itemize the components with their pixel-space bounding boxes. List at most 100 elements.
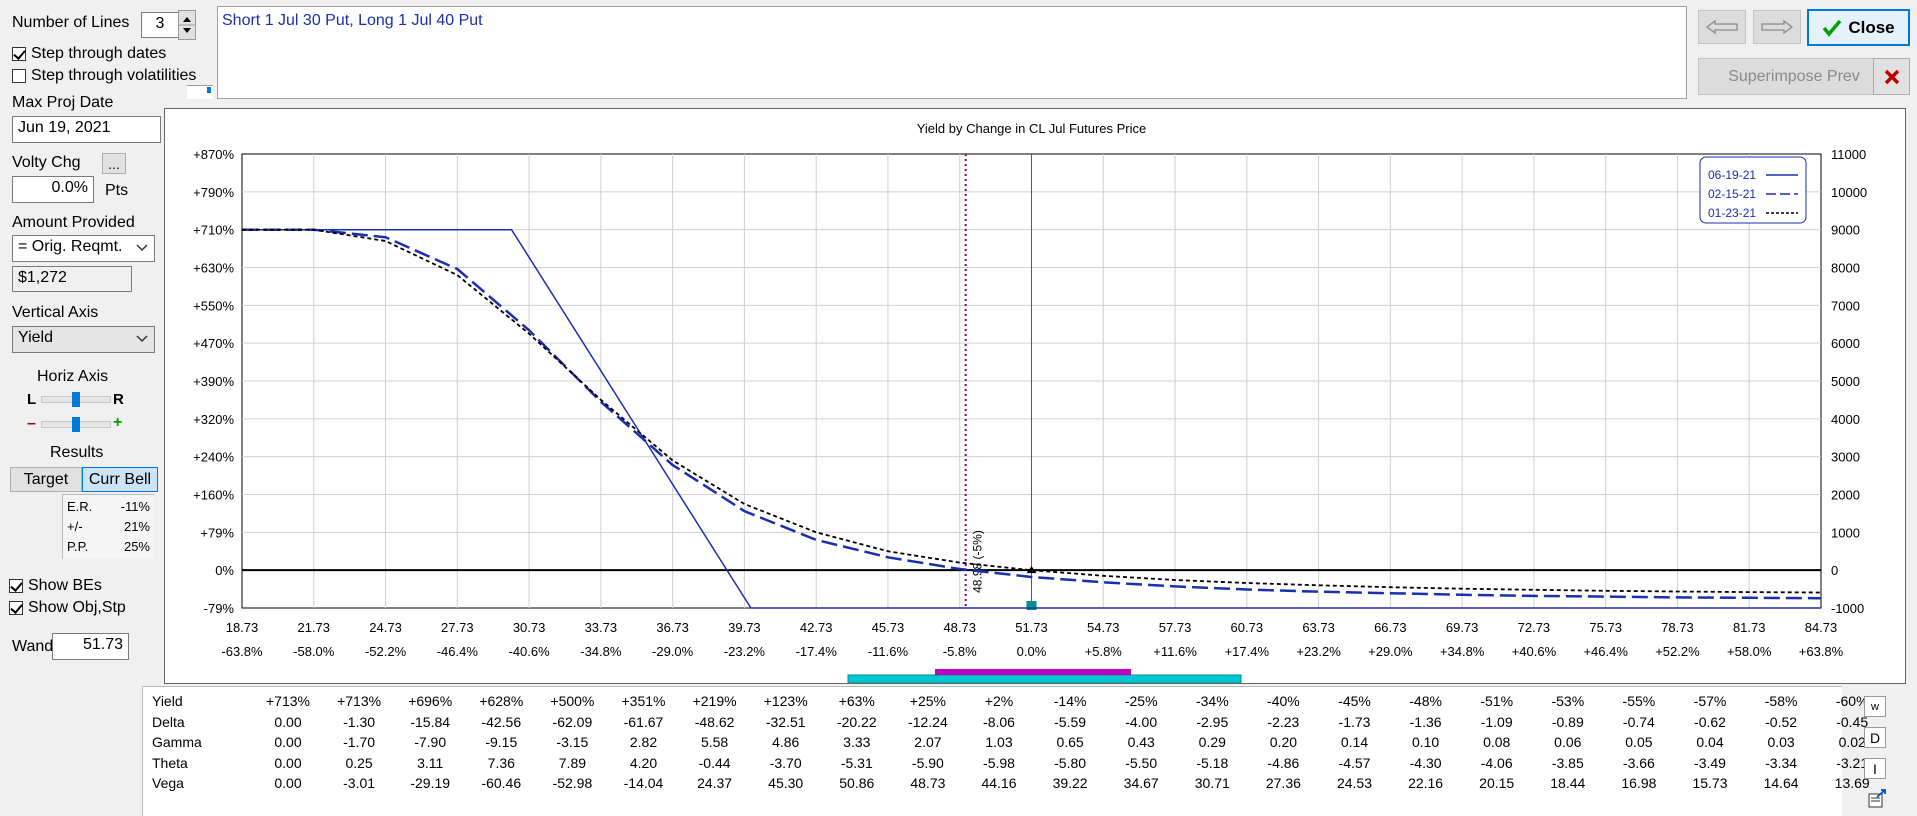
max-proj-date-input[interactable]: Jun 19, 2021 — [12, 116, 161, 143]
x-pct-label: -17.4% — [796, 644, 838, 659]
greeks-cell: -5.59 — [1054, 713, 1087, 730]
prev-arrow-button[interactable] — [1698, 10, 1746, 44]
x-tick-label: 18.73 — [226, 620, 259, 635]
vertical-axis-value: Yield — [18, 329, 53, 346]
greeks-cell: -20.22 — [836, 713, 877, 730]
x-tick-label: 72.73 — [1518, 620, 1551, 635]
greeks-cell: -12.24 — [908, 713, 948, 730]
superimpose-prev-button[interactable]: Superimpose Prev — [1698, 58, 1890, 95]
x-pct-label: -58.0% — [293, 644, 335, 659]
chart-title: Yield by Change in CL Jul Futures Price — [917, 121, 1147, 136]
side-button-w[interactable]: w — [1864, 696, 1886, 717]
next-arrow-button[interactable] — [1753, 10, 1801, 44]
x-tick-label: 57.73 — [1159, 620, 1192, 635]
volty-chg-input[interactable]: 0.0% — [12, 176, 94, 203]
greeks-cell: 0.65 — [1056, 734, 1084, 750]
greeks-cell: -3.70 — [769, 754, 802, 771]
greeks-cell: -1.30 — [343, 713, 376, 730]
y-left-tick-label: +470% — [193, 336, 234, 351]
greeks-cell: -4.57 — [1338, 754, 1371, 771]
bell-center-bar — [935, 669, 1131, 675]
greeks-cell: -32.51 — [765, 713, 806, 730]
result-value: -11% — [120, 499, 150, 514]
x-tick-label: 69.73 — [1446, 620, 1479, 635]
x-tick-label: 33.73 — [585, 620, 618, 635]
step-vols-check — [12, 69, 26, 83]
greeks-cell: -60.46 — [481, 775, 522, 791]
greeks-cell: 22.16 — [1408, 775, 1444, 791]
greeks-cell: -5.80 — [1054, 754, 1087, 771]
amount-provided-select[interactable]: = Orig. Reqmt. — [12, 235, 155, 262]
horiz-axis-label: Horiz Axis — [37, 368, 109, 385]
step-vols-checkbox[interactable]: Step through volatilities — [12, 67, 196, 85]
greeks-cell: 20.15 — [1479, 775, 1515, 791]
greeks-cell: -2.23 — [1267, 713, 1300, 730]
y-left-tick-label: +870% — [193, 147, 234, 162]
horiz-right-label: R — [113, 391, 124, 408]
greeks-cell: -3.01 — [343, 775, 376, 791]
horiz-zoom-thumb[interactable] — [72, 417, 80, 432]
show-obj-checkbox[interactable]: Show Obj,Stp — [9, 599, 126, 617]
legend-entry: 06-19-21 — [1708, 168, 1756, 182]
position-description[interactable]: Short 1 Jul 30 Put, Long 1 Jul 40 Put — [217, 6, 1687, 99]
horiz-pan-thumb[interactable] — [72, 392, 80, 407]
greeks-cell: 3.33 — [843, 734, 871, 750]
break-even-label: 48.98 (-5%) — [971, 530, 985, 593]
show-bes-checkbox[interactable]: Show BEs — [9, 577, 102, 595]
greeks-cell: -3.34 — [1765, 754, 1798, 771]
x-tick-label: 54.73 — [1087, 620, 1120, 635]
side-button-i[interactable]: I — [1864, 758, 1886, 779]
amount-provided-value: = Orig. Reqmt. — [18, 238, 123, 255]
greeks-cell: 34.67 — [1123, 775, 1159, 791]
greeks-cell: +123% — [763, 693, 808, 709]
wand-input[interactable]: 51.73 — [52, 633, 129, 660]
volty-chg-button[interactable]: ... — [102, 153, 126, 174]
greeks-cell: 24.53 — [1336, 775, 1373, 791]
check-icon — [1822, 19, 1842, 37]
x-pct-label: +52.2% — [1655, 644, 1700, 659]
greeks-cell: -3.49 — [1694, 754, 1726, 771]
vertical-axis-select[interactable]: Yield — [12, 326, 155, 353]
curr-bell-button[interactable]: Curr Bell — [82, 467, 158, 492]
close-button[interactable]: Close — [1807, 9, 1910, 46]
greeks-cell: -55% — [1622, 693, 1656, 709]
greeks-cell: 27.36 — [1265, 775, 1301, 791]
y-left-tick-label: -79% — [204, 601, 235, 616]
num-lines-spinner[interactable] — [178, 10, 196, 40]
greeks-cell: 18.44 — [1550, 775, 1586, 791]
y-right-tick-label: 11000 — [1831, 147, 1866, 162]
greeks-cell: 0.00 — [274, 775, 302, 791]
amount-value-field: $1,272 — [12, 266, 132, 292]
chevron-down-icon — [136, 335, 148, 343]
x-pct-label: -5.8% — [943, 644, 977, 659]
bell-range-bar — [847, 674, 1242, 683]
delete-button[interactable] — [1873, 58, 1910, 95]
greeks-cell: 0.25 — [345, 754, 373, 771]
num-lines-input[interactable]: 3 — [141, 12, 179, 38]
result-value: 21% — [123, 519, 150, 534]
x-pct-label: -34.8% — [580, 644, 622, 659]
greeks-cell: -3.15 — [556, 734, 589, 750]
greeks-cell: 0.05 — [1625, 734, 1653, 750]
y-right-tick-label: 3000 — [1831, 450, 1860, 465]
greeks-cell: 30.71 — [1194, 775, 1230, 791]
x-tick-label: 48.73 — [943, 620, 976, 635]
y-right-tick-label: 8000 — [1831, 261, 1860, 276]
greeks-cell: 0.00 — [274, 734, 302, 750]
y-right-tick-label: 4000 — [1831, 412, 1860, 427]
greeks-cell: -0.89 — [1551, 713, 1584, 730]
greeks-cell: 0.00 — [274, 713, 302, 730]
spinner-arrows-icon — [179, 17, 195, 33]
volty-chg-label: Volty Chg — [12, 154, 81, 171]
greeks-cell: -1.36 — [1409, 713, 1442, 730]
target-button[interactable]: Target — [10, 467, 82, 492]
step-dates-check — [12, 47, 26, 61]
greeks-cell: -48.62 — [694, 713, 735, 730]
export-icon[interactable] — [1867, 789, 1887, 809]
y-left-tick-label: +240% — [193, 450, 234, 465]
y-right-tick-label: 9000 — [1831, 223, 1860, 238]
side-button-d[interactable]: D — [1864, 727, 1886, 748]
greeks-cell: -9.15 — [485, 734, 518, 750]
step-dates-checkbox[interactable]: Step through dates — [12, 45, 166, 63]
show-bes-label: Show BEs — [28, 577, 102, 594]
